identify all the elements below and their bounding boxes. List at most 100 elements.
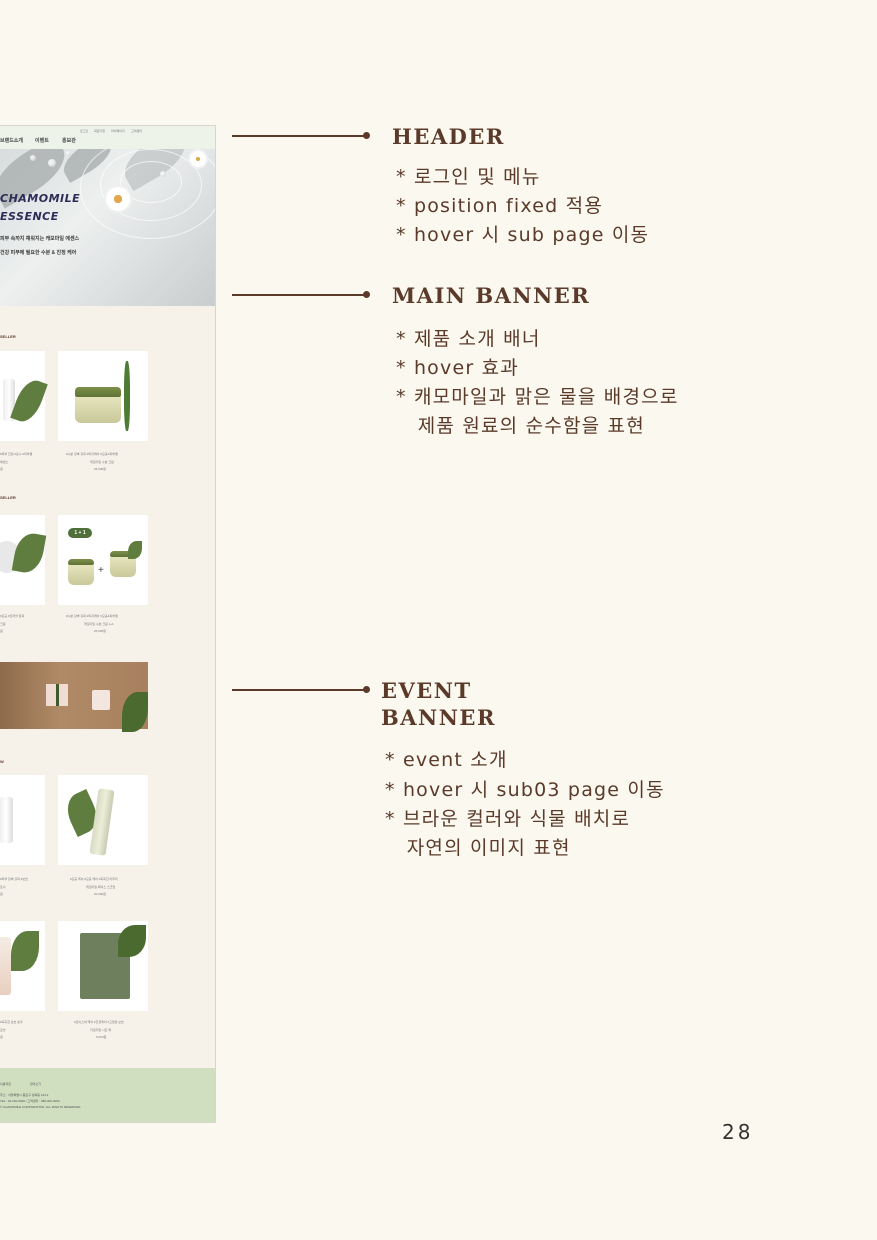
- annotation-bullet: * event 소개: [385, 749, 508, 771]
- connector-line: [232, 135, 366, 137]
- product-name: #모이스쳐 케어 #진정케어 #고영양 보습: [74, 1020, 124, 1024]
- connector-line: [232, 294, 366, 296]
- product-name: #피부 진정 #흡수 #피부결: [0, 452, 33, 456]
- annotation-title-line1: EVENT: [381, 678, 472, 703]
- annotation-bullet: * position fixed 적용: [396, 195, 604, 217]
- util-link-mypage[interactable]: 마이페이지: [111, 129, 125, 133]
- product-desc: 캐모마일 페이스 스크럽: [86, 885, 116, 889]
- nav-item-pr[interactable]: 홍보관: [62, 137, 76, 144]
- product-card[interactable]: [0, 921, 45, 1011]
- product-name: #모공 케어 #모공 케어 #촉촉한 마무리: [70, 877, 118, 881]
- product-card[interactable]: [0, 775, 45, 865]
- water-drop: [66, 151, 71, 156]
- bottle-image: [0, 797, 13, 843]
- connector-dot: [363, 686, 370, 693]
- annotation-bullet: 자연의 이미지 표현: [385, 837, 571, 859]
- product-price: 20,000원: [94, 892, 106, 896]
- chamomile-flower: [106, 187, 130, 211]
- footer-contact: TEL : 02-000-0000 / 고객센터 : 080-000-0000: [0, 1099, 60, 1103]
- plus-icon: +: [98, 565, 104, 576]
- jar-image: [110, 557, 136, 577]
- connector-line: [232, 689, 366, 691]
- footer-link-directions[interactable]: 찾아오기: [30, 1082, 41, 1086]
- product-desc: 에센스: [0, 460, 9, 464]
- product-card[interactable]: [58, 775, 148, 865]
- product-card[interactable]: [0, 515, 47, 605]
- leaf-image: [11, 931, 39, 971]
- jar-image: [75, 397, 121, 423]
- product-card[interactable]: [58, 351, 148, 441]
- leaf-image: [118, 925, 146, 957]
- annotation-title-line2: BANNER: [381, 705, 496, 730]
- product-price: 원: [0, 467, 3, 471]
- product-price: 원: [0, 629, 3, 633]
- product-name: #모공 #트러블 완화: [0, 614, 25, 618]
- banner-subtitle-1: 피부 속까지 채워지는 캐모마일 에센스: [0, 236, 80, 242]
- leaf-image: [122, 692, 148, 732]
- product-card[interactable]: [58, 921, 148, 1011]
- leaf-image: [10, 376, 48, 426]
- water-drop: [160, 171, 166, 177]
- section-label-review: W: [0, 759, 4, 764]
- section-label-new: SELLER: [0, 495, 16, 500]
- product-name: #수분 장벽 강화 #피지케어 #모공&피부결: [66, 452, 118, 456]
- connector-dot: [363, 291, 370, 298]
- mockup-header: 로그인 회원가입 마이페이지 고객센터 브랜드소개 이벤트 홍보관: [0, 126, 215, 149]
- mockup-footer: 이용약관 찾아오기 주소 : 서울특별시 종로구 성북동 123-1 TEL :…: [0, 1068, 215, 1122]
- annotation-bullet: 제품 원료의 순수함을 표현: [396, 415, 645, 437]
- banner-subtitle-2: 건강 피부에 필요한 수분 & 진정 케어: [0, 250, 77, 256]
- annotation-bullet: * 로그인 및 메뉴: [396, 166, 541, 188]
- product-desc: 카모마일 시트 팩: [90, 1028, 111, 1032]
- product-desc: 로션: [0, 1028, 6, 1032]
- page-number: 28: [722, 1120, 754, 1144]
- tube-image: [89, 788, 115, 856]
- section-label-best: SELLER: [0, 334, 16, 339]
- annotation-bullet: * hover 시 sub page 이동: [396, 224, 650, 246]
- fern-image: [124, 361, 130, 431]
- bottle-image: [0, 937, 11, 995]
- product-price: 25,000원: [94, 467, 106, 471]
- jar-lid: [75, 387, 121, 397]
- annotation-bullet: * hover 시 sub03 page 이동: [385, 779, 665, 801]
- chamomile-flower: [190, 151, 206, 167]
- product-name: #수분 장벽 강화 #피지케어 #모공&피부결: [66, 614, 118, 618]
- footer-copyright: © CHAMOMILE CORPORATION. ALL RIGHTS RESE…: [0, 1105, 82, 1109]
- product-name: #촉촉한 보습 효과: [0, 1020, 23, 1024]
- annotation-title: HEADER: [392, 124, 505, 149]
- util-link-login[interactable]: 로그인: [80, 129, 88, 133]
- leaf-image: [128, 541, 142, 559]
- event-banner[interactable]: [0, 662, 148, 732]
- nav-item-brand[interactable]: 브랜드소개: [0, 137, 23, 144]
- annotation-bullet: * 제품 소개 배너: [396, 328, 541, 350]
- product-price: 원: [0, 1035, 3, 1039]
- product-price: 원: [0, 892, 3, 896]
- leaf-image: [11, 530, 47, 576]
- product-desc: 크림: [0, 622, 6, 626]
- footer-link-terms[interactable]: 이용약관: [0, 1082, 11, 1086]
- jar-image: [68, 565, 94, 585]
- promo-badge: 1 + 1: [68, 528, 92, 538]
- product-name: #피부 장벽 강화 #보습: [0, 877, 28, 881]
- annotation-title: MAIN BANNER: [392, 283, 591, 308]
- product-card[interactable]: [0, 351, 48, 441]
- product-price: 5,000원: [96, 1035, 107, 1039]
- water-drop: [48, 159, 56, 167]
- footer-address: 주소 : 서울특별시 종로구 성북동 123-1: [0, 1093, 49, 1097]
- banner-title-line1: CHAMOMILE: [0, 192, 81, 205]
- product-desc: 캐모마일 수분 크림 1+1: [84, 622, 114, 626]
- product-desc: 토너: [0, 885, 6, 889]
- connector-dot: [363, 132, 370, 139]
- ribbon: [56, 684, 59, 706]
- product-desc: 캐모마일 수분 크림: [90, 460, 114, 464]
- main-banner[interactable]: CHAMOMILE ESSENCE 피부 속까지 채워지는 캐모마일 에센스 건…: [0, 149, 215, 306]
- annotation-bullet: * 브라운 컬러와 식물 배치로: [385, 808, 631, 830]
- util-link-cs[interactable]: 고객센터: [131, 129, 142, 133]
- nav-item-event[interactable]: 이벤트: [35, 137, 49, 144]
- candle-image: [92, 690, 110, 710]
- product-price: 25,000원: [94, 629, 106, 633]
- website-mockup: 로그인 회원가입 마이페이지 고객센터 브랜드소개 이벤트 홍보관 CHAMOM…: [0, 125, 216, 1123]
- water-drop: [30, 155, 36, 161]
- annotation-bullet: * 캐모마일과 맑은 물을 배경으로: [396, 386, 679, 408]
- util-link-join[interactable]: 회원가입: [94, 129, 105, 133]
- annotation-bullet: * hover 효과: [396, 357, 519, 379]
